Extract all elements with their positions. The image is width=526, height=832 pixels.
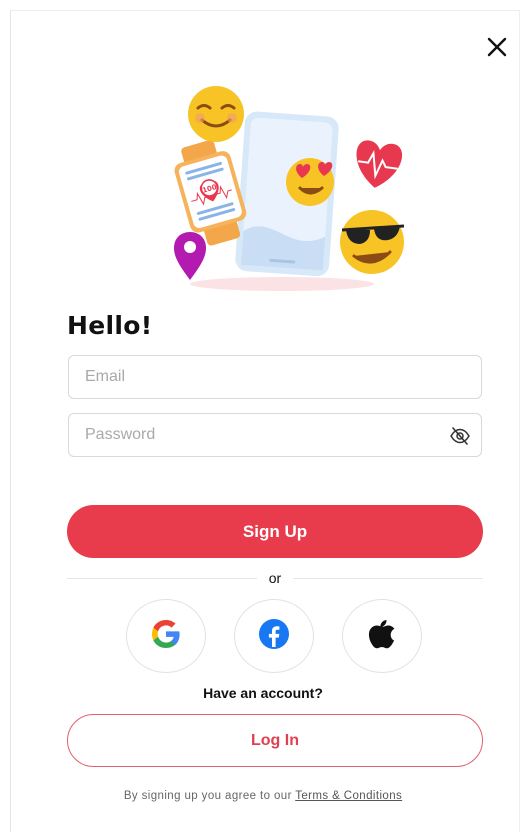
log-in-button[interactable]: Log In bbox=[67, 714, 483, 767]
apple-icon bbox=[368, 619, 396, 654]
terms-prefix: By signing up you agree to our bbox=[123, 790, 292, 802]
password-input[interactable] bbox=[85, 414, 445, 456]
apple-login-button[interactable] bbox=[342, 599, 422, 673]
sunglasses-emoji-illustration bbox=[340, 210, 405, 274]
divider-label: or bbox=[257, 570, 293, 586]
page-title: Hello! bbox=[67, 311, 153, 340]
have-account-prompt: Have an account? bbox=[203, 685, 323, 701]
heart-pulse-illustration bbox=[356, 140, 402, 188]
password-field[interactable] bbox=[68, 413, 482, 457]
hero-illustration: 100 bbox=[164, 84, 414, 296]
sign-up-button[interactable]: Sign Up bbox=[67, 505, 483, 558]
email-input[interactable] bbox=[85, 356, 445, 398]
heart-eyes-emoji-illustration bbox=[286, 158, 334, 206]
close-icon[interactable] bbox=[484, 34, 510, 60]
google-icon bbox=[150, 618, 182, 655]
smiling-emoji-illustration bbox=[188, 86, 244, 142]
email-field[interactable] bbox=[68, 355, 482, 399]
google-login-button[interactable] bbox=[126, 599, 206, 673]
eye-slash-icon[interactable] bbox=[449, 425, 471, 447]
location-pin-illustration bbox=[174, 232, 206, 280]
terms-link[interactable]: Terms & Conditions bbox=[295, 790, 402, 802]
facebook-login-button[interactable] bbox=[234, 599, 314, 673]
terms-notice: By signing up you agree to our Terms & C… bbox=[0, 790, 526, 802]
facebook-icon bbox=[258, 618, 290, 655]
